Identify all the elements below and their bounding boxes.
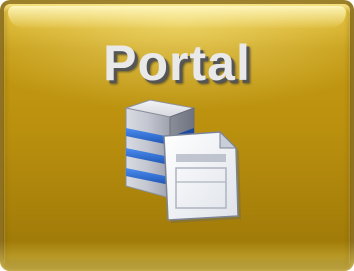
server-document-icon	[112, 98, 252, 223]
document-icon	[163, 130, 241, 223]
tile-title: Portal	[103, 35, 251, 91]
portal-tile[interactable]: Portal	[0, 0, 354, 271]
